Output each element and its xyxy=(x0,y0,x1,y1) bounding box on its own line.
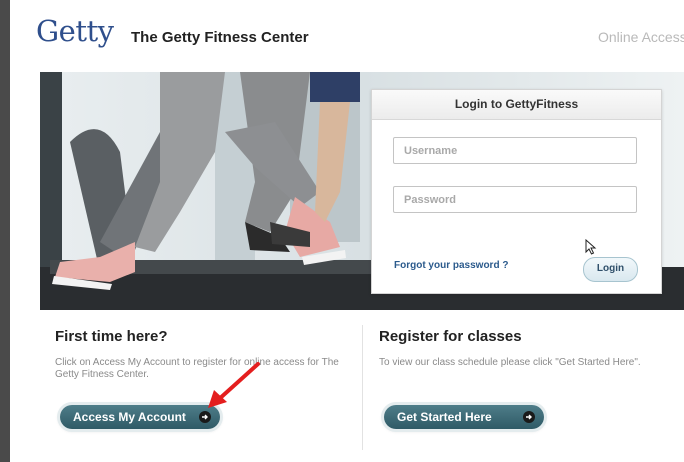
arrow-right-icon xyxy=(199,411,211,423)
site-title: The Getty Fitness Center xyxy=(131,29,309,46)
password-input[interactable] xyxy=(393,186,637,213)
arrow-right-icon xyxy=(523,411,535,423)
register-text: To view our class schedule please click … xyxy=(379,357,641,368)
section-divider xyxy=(362,325,363,450)
login-button[interactable]: Login xyxy=(583,257,638,282)
first-time-heading: First time here? xyxy=(55,328,168,345)
first-time-text: Click on Access My Account to register f… xyxy=(55,357,339,380)
login-panel-title: Login to GettyFitness xyxy=(372,90,661,120)
access-my-account-label: Access My Account xyxy=(73,410,186,424)
getty-logo[interactable]: Getty xyxy=(36,14,114,48)
get-started-here-button[interactable]: Get Started Here xyxy=(384,405,544,429)
window-left-edge xyxy=(0,0,10,462)
register-heading: Register for classes xyxy=(379,328,522,345)
forgot-password-link[interactable]: Forgot your password ? xyxy=(394,260,508,271)
mouse-cursor-icon xyxy=(585,239,597,255)
access-my-account-button[interactable]: Access My Account xyxy=(60,405,220,429)
get-started-here-label: Get Started Here xyxy=(397,410,492,424)
username-input[interactable] xyxy=(393,137,637,164)
online-access-label: Online Access xyxy=(598,29,684,45)
red-arrow-icon xyxy=(208,362,260,408)
login-panel: Login to GettyFitness Forgot your passwo… xyxy=(371,89,662,294)
